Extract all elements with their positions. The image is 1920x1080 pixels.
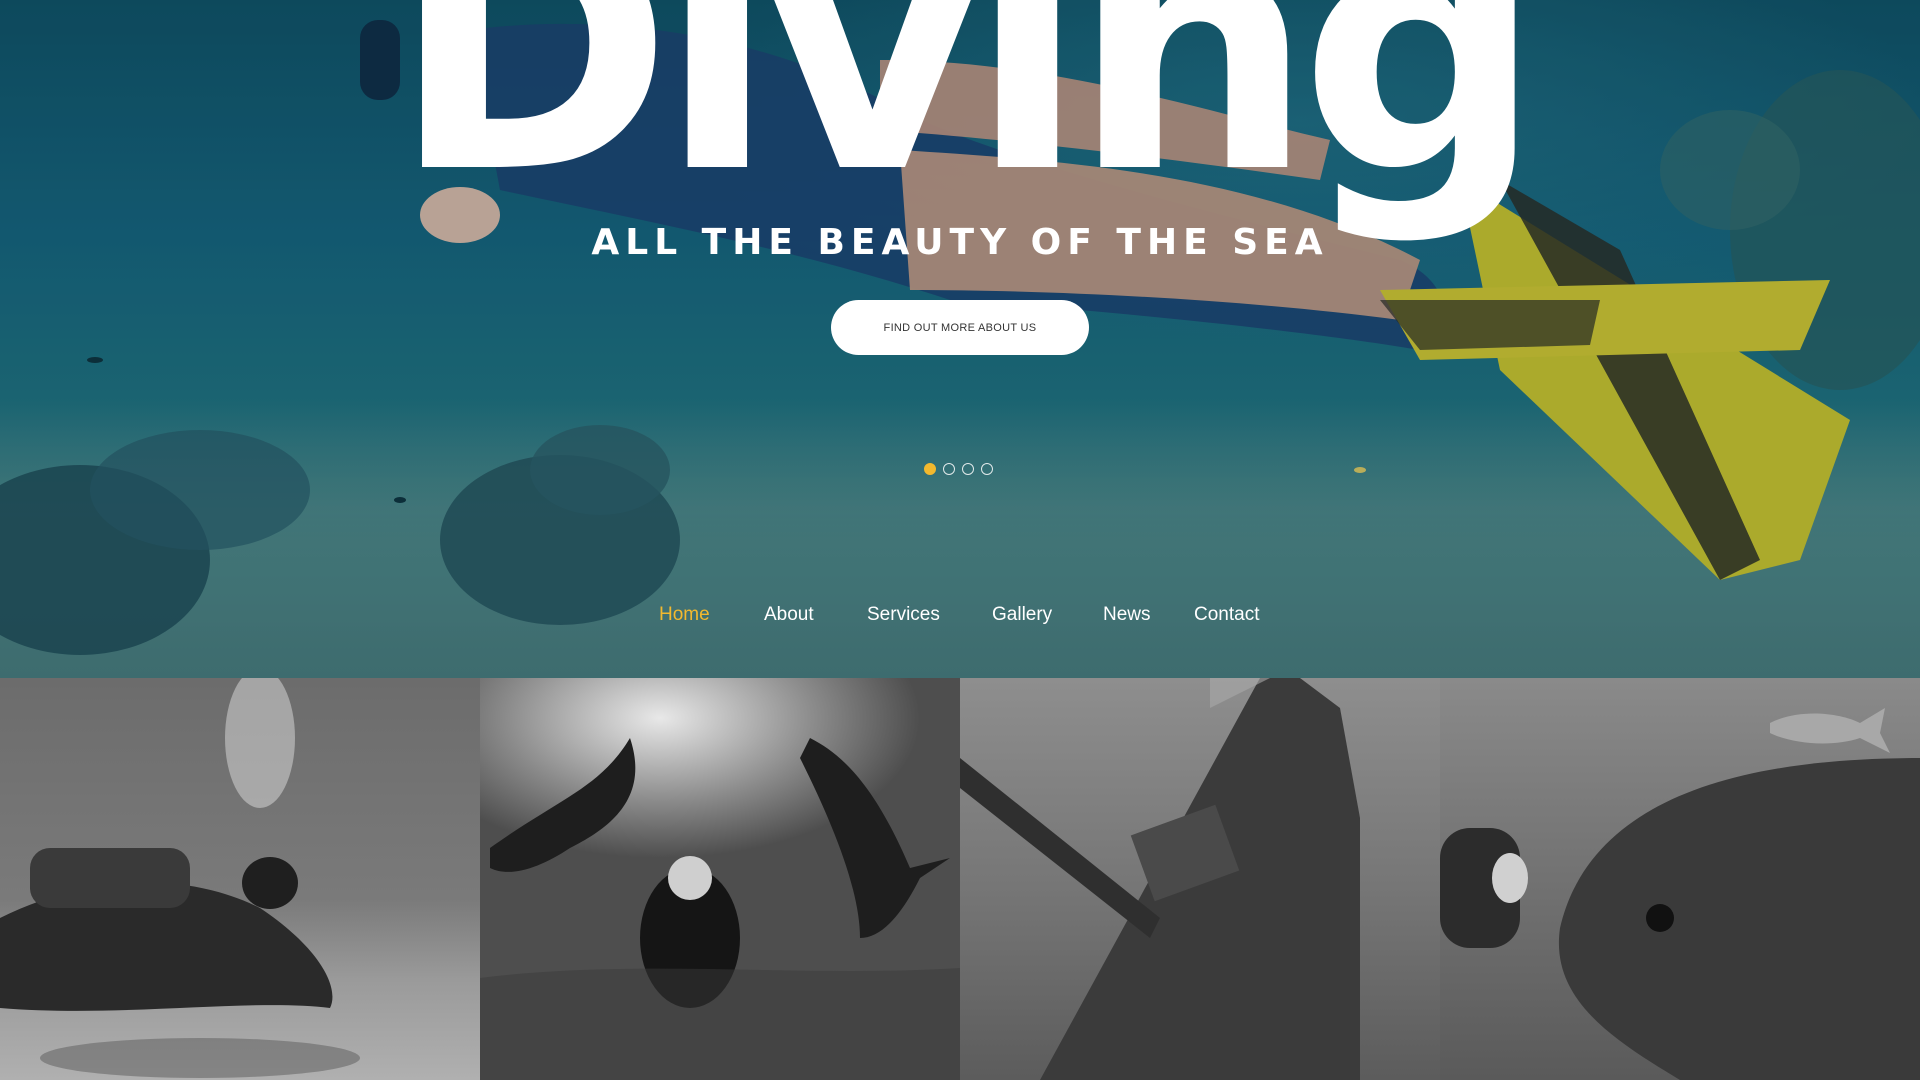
nav-services[interactable]: Services <box>867 604 940 626</box>
photo-gallery <box>0 678 1920 1080</box>
hero-tagline: ALL THE BEAUTY OF THE SEA <box>591 222 1329 263</box>
find-out-more-button[interactable]: FIND OUT MORE ABOUT US <box>831 300 1089 355</box>
slider-dot-2[interactable] <box>943 463 955 475</box>
nav-news[interactable]: News <box>1103 604 1151 626</box>
fish-closeup-photo[interactable] <box>1440 678 1920 1080</box>
main-nav: Home About Services Gallery News Contact <box>0 604 1920 634</box>
hero-banner: Diving ALL THE BEAUTY OF THE SEA FIND OU… <box>0 0 1920 678</box>
manta-rays-photo[interactable] <box>480 678 960 1080</box>
diver-over-sand-photo[interactable] <box>0 678 480 1080</box>
slider-dot-4[interactable] <box>981 463 993 475</box>
shipwreck-photo[interactable] <box>960 678 1440 1080</box>
nav-gallery[interactable]: Gallery <box>992 604 1052 626</box>
nav-home[interactable]: Home <box>659 604 710 626</box>
slider-pagination <box>924 463 993 475</box>
hero-title: Diving <box>390 0 1543 248</box>
slider-dot-1[interactable] <box>924 463 936 475</box>
nav-about[interactable]: About <box>764 604 814 626</box>
slider-dot-3[interactable] <box>962 463 974 475</box>
nav-contact[interactable]: Contact <box>1194 604 1259 626</box>
